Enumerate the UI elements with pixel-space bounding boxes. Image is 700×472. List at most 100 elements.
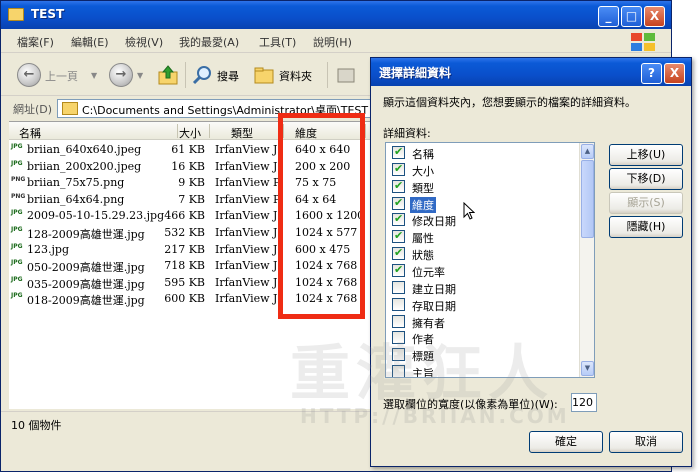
menu-edit[interactable]: 編輯(E) bbox=[71, 34, 109, 50]
help-button[interactable]: ? bbox=[641, 63, 662, 84]
checkbox[interactable]: ✔ bbox=[392, 178, 405, 193]
column-width-label: 選取欄位的寬度(以像素為單位)(W): bbox=[383, 398, 558, 411]
list-item[interactable]: 建立日期 bbox=[386, 279, 582, 296]
checkbox-label: 建立日期 bbox=[412, 282, 456, 296]
file-name: 018-2009高雄世運.jpg bbox=[27, 294, 145, 308]
list-item[interactable]: ✔ 狀態 bbox=[386, 245, 582, 262]
move-to-icon[interactable] bbox=[335, 64, 357, 86]
back-button[interactable]: 上一頁 bbox=[45, 68, 78, 84]
checkbox[interactable] bbox=[392, 365, 405, 377]
checkbox-label: 存取日期 bbox=[412, 299, 456, 313]
checkbox-label: 位元率 bbox=[412, 265, 445, 279]
list-item[interactable]: ✔ 類型 bbox=[386, 178, 582, 195]
column-separator[interactable] bbox=[209, 124, 210, 138]
cancel-button[interactable]: 取消 bbox=[609, 431, 683, 453]
list-item[interactable]: ✔ 大小 bbox=[386, 161, 582, 178]
list-item[interactable]: ✔ 位元率 bbox=[386, 262, 582, 279]
back-arrow-icon[interactable]: ← bbox=[17, 63, 41, 87]
list-item[interactable]: 擁有者 bbox=[386, 313, 582, 330]
scroll-down-icon[interactable]: ▼ bbox=[581, 361, 594, 376]
checkbox[interactable] bbox=[392, 331, 405, 345]
back-dropdown-icon[interactable]: ▼ bbox=[91, 71, 97, 80]
details-checklist[interactable]: ✔ 名稱 ✔ 大小 ✔ 類型 ✔ 維度 ✔ 修改日期 ✔ 屬性 ✔ 狀態 ✔ 位元率 建立日期 存取日期 擁有者 作者… bbox=[385, 142, 595, 378]
checkbox[interactable] bbox=[392, 348, 405, 362]
file-size: 16 KB bbox=[171, 159, 205, 173]
list-item[interactable]: ✔ 名稱 bbox=[386, 144, 582, 161]
status-text: 10 個物件 bbox=[11, 419, 62, 432]
checkmark-icon: ✔ bbox=[394, 212, 404, 226]
list-item[interactable]: 作者 bbox=[386, 329, 582, 346]
file-size: 7 KB bbox=[178, 192, 205, 206]
list-item[interactable]: ✔ 維度 bbox=[386, 195, 582, 213]
menu-view[interactable]: 檢視(V) bbox=[125, 34, 163, 50]
file-name: briian_200x200.jpeg bbox=[27, 159, 142, 173]
dialog-title: 選擇詳細資料 bbox=[379, 66, 452, 80]
file-type: IrfanView P... bbox=[215, 176, 283, 190]
file-size: 600 KB bbox=[164, 292, 205, 306]
search-icon[interactable] bbox=[191, 64, 213, 86]
checkbox[interactable]: ✔ bbox=[392, 263, 405, 277]
list-item[interactable]: 存取日期 bbox=[386, 296, 582, 313]
file-name: briian_640x640.jpeg bbox=[27, 143, 142, 156]
folders-button[interactable]: 資料夾 bbox=[279, 68, 312, 84]
menu-favorites[interactable]: 我的最愛(A) bbox=[179, 34, 239, 50]
file-name: 2009-05-10-15.29.23.jpg bbox=[27, 209, 165, 223]
ok-button[interactable]: 確定 bbox=[529, 431, 603, 453]
folders-icon[interactable] bbox=[253, 64, 275, 86]
close-button[interactable]: X bbox=[644, 6, 665, 27]
checkbox[interactable]: ✔ bbox=[392, 162, 405, 176]
maximize-button[interactable]: □ bbox=[621, 6, 642, 27]
move-up-button[interactable]: 上移(U) bbox=[609, 144, 683, 166]
hide-button[interactable]: 隱藏(H) bbox=[609, 216, 683, 238]
search-button[interactable]: 搜尋 bbox=[217, 68, 239, 84]
column-size[interactable]: 大小 bbox=[179, 125, 201, 141]
checklist-scrollbar[interactable]: ▲ ▼ bbox=[579, 143, 594, 377]
minimize-button[interactable]: _ bbox=[598, 6, 619, 27]
list-item[interactable]: 主旨 bbox=[386, 363, 582, 377]
checkbox[interactable] bbox=[392, 280, 405, 294]
up-folder-icon[interactable] bbox=[157, 64, 179, 86]
column-width-input[interactable]: 120 bbox=[571, 393, 597, 412]
image-file-icon: JPG bbox=[11, 292, 23, 300]
menu-help[interactable]: 說明(H) bbox=[313, 34, 352, 50]
image-file-icon: PNG bbox=[11, 192, 26, 200]
show-button[interactable]: 顯示(S) bbox=[609, 192, 683, 214]
image-file-icon: JPG bbox=[11, 159, 23, 167]
file-size: 9 KB bbox=[178, 176, 205, 190]
menu-file[interactable]: 檔案(F) bbox=[17, 34, 54, 50]
scroll-thumb[interactable] bbox=[581, 160, 594, 238]
file-size: 466 KB bbox=[164, 209, 205, 223]
list-item[interactable]: ✔ 修改日期 bbox=[386, 211, 582, 228]
forward-arrow-icon[interactable]: → bbox=[109, 63, 133, 87]
checkbox[interactable]: ✔ bbox=[392, 145, 405, 159]
column-separator[interactable] bbox=[177, 124, 178, 138]
menu-tools[interactable]: 工具(T) bbox=[259, 34, 296, 50]
file-type: IrfanView JP... bbox=[215, 159, 283, 173]
image-file-icon: JPG bbox=[11, 275, 23, 283]
dialog-title-bar[interactable]: 選擇詳細資料 ? X bbox=[371, 58, 691, 86]
list-item[interactable]: ✔ 屬性 bbox=[386, 228, 582, 245]
list-item[interactable]: 標題 bbox=[386, 346, 582, 363]
dialog-close-button[interactable]: X bbox=[664, 63, 685, 84]
forward-dropdown-icon[interactable]: ▼ bbox=[137, 71, 143, 80]
checkbox[interactable]: ✔ bbox=[392, 229, 405, 244]
column-type[interactable]: 類型 bbox=[231, 125, 253, 141]
checkbox-label: 屬性 bbox=[412, 232, 434, 246]
move-down-button[interactable]: 下移(D) bbox=[609, 168, 683, 190]
file-type: IrfanView JP... bbox=[215, 292, 283, 306]
file-type: IrfanView JP... bbox=[215, 209, 283, 223]
folder-icon bbox=[62, 102, 78, 115]
checkbox[interactable]: ✔ bbox=[392, 246, 405, 261]
checkbox-label: 標題 bbox=[412, 350, 434, 364]
checkbox[interactable]: ✔ bbox=[392, 196, 405, 210]
scroll-up-icon[interactable]: ▲ bbox=[581, 144, 594, 159]
column-name[interactable]: 名稱 bbox=[19, 125, 41, 141]
checkbox[interactable] bbox=[392, 297, 405, 311]
title-bar[interactable]: TEST _ □ X bbox=[1, 1, 671, 29]
checkbox-label: 名稱 bbox=[412, 148, 434, 161]
checkbox[interactable] bbox=[392, 314, 405, 328]
column-separator[interactable] bbox=[365, 124, 366, 138]
checkmark-icon: ✔ bbox=[394, 178, 404, 192]
dimensions-highlight-box bbox=[278, 113, 365, 319]
checkbox[interactable]: ✔ bbox=[392, 212, 405, 227]
